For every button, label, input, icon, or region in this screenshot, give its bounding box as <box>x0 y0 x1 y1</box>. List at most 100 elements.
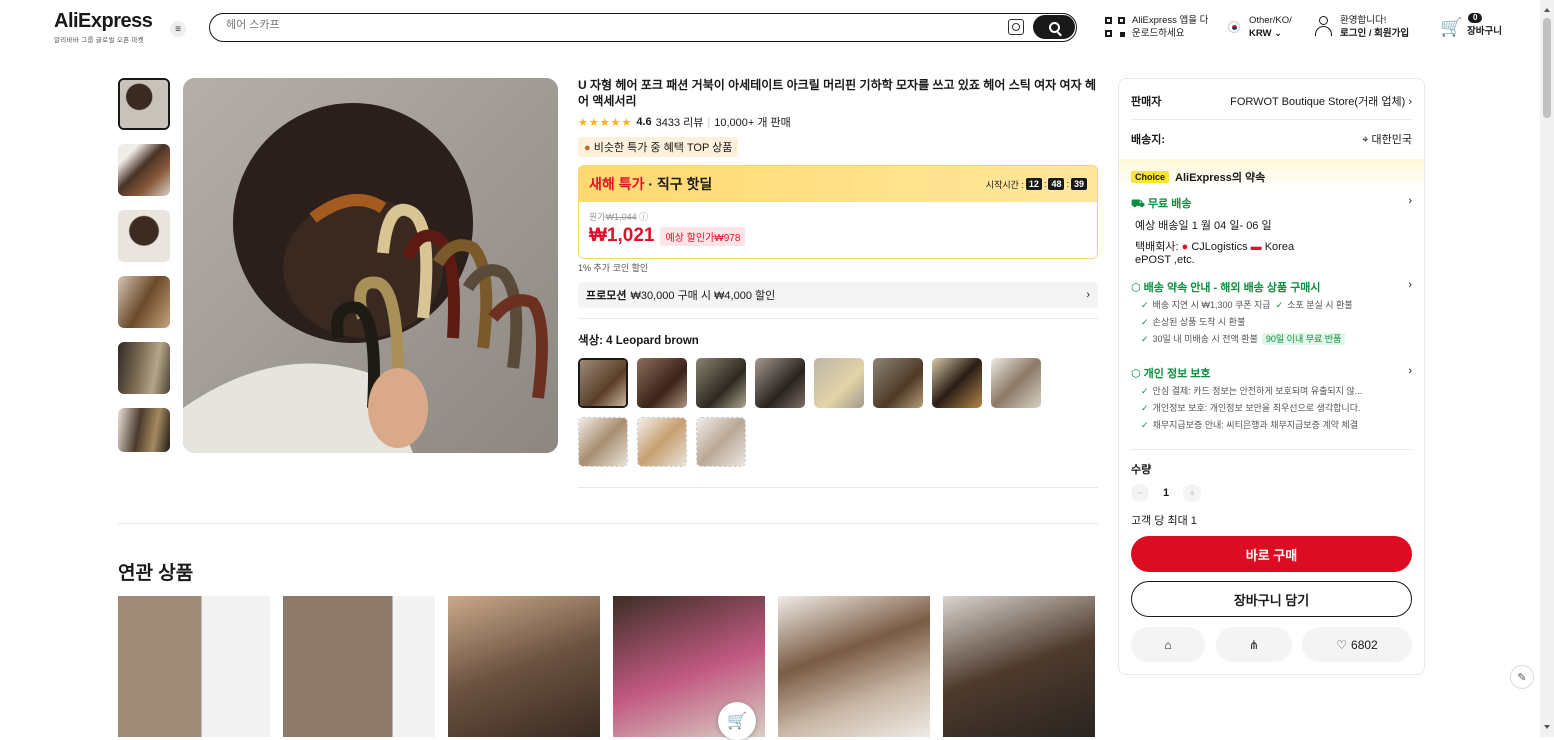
qr-code-icon[interactable] <box>1105 17 1125 37</box>
thumbnail-2[interactable] <box>118 144 170 196</box>
search-button[interactable] <box>1033 15 1075 39</box>
edit-icon[interactable]: ✎ <box>1510 665 1534 689</box>
privacy-section[interactable]: ⬡ 개인 정보 보호 › ✓ 안심 결제: 카드 정보는 안전하게 보호되며 유출되… <box>1131 365 1412 434</box>
color-label: 색상: 4 Leopard brown <box>578 335 699 347</box>
promise-item-4: 30일 내 미배송 시 전액 환불 <box>1152 334 1258 344</box>
location-pin-icon: ⌖ <box>1362 134 1369 146</box>
delivery-promise-title: 배송 약속 안내 - 해외 배송 상품 구매시 <box>1143 282 1321 294</box>
heart-icon: ♡ <box>1336 637 1348 652</box>
choice-title: AliExpress의 약속 <box>1175 172 1266 184</box>
rating-row: ★★★★★ 4.6 3433 리뷰 | 10,000+ 개 판매 <box>578 114 791 130</box>
app-download-link[interactable]: AliExpress 앱을 다 운로드하세요 <box>1132 14 1208 40</box>
delivery-promise-section[interactable]: ⬡ 배송 약속 안내 - 해외 배송 상품 구매시 › ✓ 배송 지연 시 ₩1,3… <box>1131 279 1412 348</box>
cj-logo-icon: ● <box>1181 241 1189 253</box>
timer-seconds: 39 <box>1070 178 1087 190</box>
cart-icon[interactable]: 🛒 <box>1440 17 1462 37</box>
swatch-3[interactable] <box>696 358 746 408</box>
user-icon[interactable] <box>1314 16 1332 36</box>
related-product-6[interactable] <box>943 596 1095 737</box>
swatch-9[interactable] <box>578 417 628 467</box>
deal-subtitle: · 직구 핫딜 <box>648 176 713 192</box>
add-to-cart-button[interactable]: 장바구니 담기 <box>1131 581 1412 617</box>
related-product-1[interactable] <box>118 596 270 737</box>
login-signup-link[interactable]: 로그인 / 회원가입 <box>1340 27 1409 40</box>
thumbnail-6[interactable] <box>118 408 170 452</box>
divider <box>578 487 1098 488</box>
add-to-cart-icon[interactable]: 🛒 <box>718 702 756 740</box>
buy-now-button[interactable]: 바로 구매 <box>1131 536 1412 572</box>
swatch-11[interactable] <box>696 417 746 467</box>
ship-to-label: 배송지: <box>1131 134 1166 146</box>
search-icon <box>1048 21 1060 33</box>
ship-to-row[interactable]: 배송지: ⌖ 대한민국 <box>1131 131 1412 147</box>
scrollbar[interactable] <box>1540 0 1554 737</box>
share-icon: ⋔ <box>1248 637 1260 652</box>
hot-icon: ♦ <box>863 358 864 365</box>
seller-row[interactable]: 판매자 FORWOT Boutique Store(거래 업체) › <box>1131 93 1412 109</box>
top-header: AliExpress 알리바바 그룹 글로벌 오픈 마켓 ≡ AliExpres… <box>0 0 1540 55</box>
delivery-eta: 예상 배송일 1 월 04 일- 06 일 <box>1135 220 1272 232</box>
swatch-4[interactable] <box>755 358 805 408</box>
swatch-6[interactable] <box>873 358 923 408</box>
thumbnail-5[interactable] <box>118 342 170 394</box>
cart-count-badge: 0 <box>1468 13 1483 23</box>
thumbnail-3[interactable] <box>118 210 170 262</box>
swatch-2[interactable] <box>637 358 687 408</box>
increase-quantity-button[interactable]: + <box>1183 484 1202 502</box>
max-quantity-text: 고객 당 최대 1 <box>1131 515 1197 527</box>
truck-icon: ⛟ <box>1131 198 1145 210</box>
seller-name: FORWOT Boutique Store(거래 업체) <box>1230 96 1406 108</box>
share-button[interactable]: ⋔ <box>1216 627 1292 662</box>
color-swatches: ♦ ♦ ♦ <box>578 358 1098 467</box>
swatch-leopard-brown[interactable]: ♦ <box>578 358 628 408</box>
related-product-3[interactable] <box>448 596 600 737</box>
wishlist-count: 6802 <box>1351 637 1378 652</box>
carrier-cj: CJLogistics <box>1191 241 1248 253</box>
top-deal-badge: ● 비슷한 특가 중 혜택 TOP 상품 <box>578 137 739 157</box>
decrease-quantity-button[interactable]: − <box>1131 484 1149 502</box>
info-icon[interactable]: ⓘ <box>639 212 648 222</box>
cart-label[interactable]: 장바구니 <box>1467 25 1502 38</box>
scroll-down-icon[interactable] <box>1544 725 1550 732</box>
quantity-value[interactable]: 1 <box>1163 487 1169 499</box>
aliexpress-logo[interactable]: AliExpress 알리바바 그룹 글로벌 오픈 마켓 <box>54 10 153 44</box>
related-products-list <box>118 596 1095 737</box>
camera-search-icon[interactable] <box>1008 19 1024 35</box>
swatch-8[interactable] <box>991 358 1041 408</box>
promotion-bar[interactable]: 프로모션 ₩30,000 구매 시 ₩4,000 할인 › <box>578 282 1098 308</box>
coin-discount-text: 1% 추가 코인 할인 <box>578 263 649 273</box>
swatch-10[interactable] <box>637 417 687 467</box>
thumbnail-4[interactable] <box>118 276 170 328</box>
swatch-5[interactable]: ♦ <box>814 358 864 408</box>
promotion-text: ₩30,000 구매 시 ₩4,000 할인 <box>630 290 776 302</box>
app-download-line2: 운로드하세요 <box>1132 28 1185 39</box>
hot-icon: ♦ <box>981 358 982 365</box>
free-return-badge: 90일 이내 무료 반품 <box>1261 333 1346 345</box>
review-count[interactable]: 3433 리뷰 <box>656 114 704 130</box>
scroll-up-icon[interactable] <box>1544 5 1550 12</box>
chevron-right-icon: › <box>1408 365 1412 377</box>
swatch-7[interactable]: ♦ <box>932 358 982 408</box>
countdown-timer: 시작시간 : 12:48:39 <box>986 178 1087 191</box>
timer-label: 시작시간 : <box>985 179 1024 190</box>
related-product-5[interactable] <box>778 596 930 737</box>
account-menu[interactable]: 환영합니다! 로그인 / 회원가입 <box>1340 14 1409 40</box>
thumbnail-1[interactable] <box>118 78 170 130</box>
region-selector[interactable]: Other/KO/ KRW ⌄ <box>1249 14 1292 40</box>
sold-count: 10,000+ 개 판매 <box>714 117 791 129</box>
wishlist-button[interactable]: ♡ 6802 <box>1302 627 1412 662</box>
free-shipping-section[interactable]: ⛟ 무료 배송 › 예상 배송일 1 월 04 일- 06 일 택배회사: ● C… <box>1131 195 1412 266</box>
scrollbar-thumb[interactable] <box>1543 18 1551 118</box>
thumbnail-list <box>118 78 170 466</box>
privacy-title: 개인 정보 보호 <box>1143 368 1211 380</box>
divider <box>118 523 1098 524</box>
star-rating-icon: ★★★★★ <box>578 116 633 129</box>
store-icon: ⌂ <box>1164 637 1172 652</box>
menu-icon[interactable]: ≡ <box>170 21 186 37</box>
promise-item-3: 손상된 상품 도착 시 환불 <box>1152 317 1246 327</box>
search-input[interactable] <box>226 19 986 31</box>
related-product-2[interactable] <box>283 596 435 737</box>
main-product-image[interactable] <box>183 78 558 453</box>
logo-text: AliExpress <box>54 10 153 32</box>
store-button[interactable]: ⌂ <box>1131 627 1205 662</box>
